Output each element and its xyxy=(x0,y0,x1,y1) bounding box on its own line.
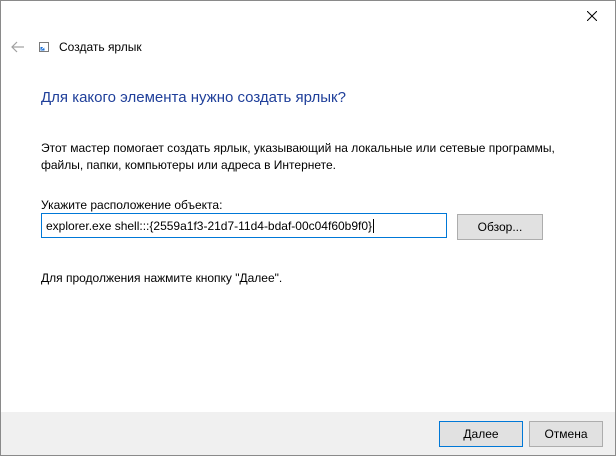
back-button[interactable] xyxy=(9,38,27,56)
location-label: Укажите расположение объекта: xyxy=(41,198,223,212)
text-caret xyxy=(373,218,375,233)
close-button[interactable] xyxy=(569,1,615,31)
browse-button[interactable]: Обзор... xyxy=(457,214,543,240)
page-heading: Для какого элемента нужно создать ярлык? xyxy=(41,89,346,106)
create-shortcut-window: Создать ярлык Для какого элемента нужно … xyxy=(0,0,616,456)
close-icon xyxy=(587,11,597,21)
wizard-header: Создать ярлык xyxy=(9,37,615,57)
wizard-title: Создать ярлык xyxy=(59,40,142,54)
continue-hint: Для продолжения нажмите кнопку "Далее". xyxy=(41,271,283,285)
cancel-button[interactable]: Отмена xyxy=(529,421,603,447)
next-button[interactable]: Далее xyxy=(439,421,523,447)
wizard-description: Этот мастер помогает создать ярлык, указ… xyxy=(41,141,555,172)
arrow-left-icon xyxy=(11,41,24,53)
wizard-footer: Далее Отмена xyxy=(1,412,615,455)
location-input[interactable]: explorer.exe shell:::{2559a1f3-21d7-11d4… xyxy=(41,213,447,238)
location-input-value: explorer.exe shell:::{2559a1f3-21d7-11d4… xyxy=(46,218,373,233)
shortcut-icon xyxy=(38,41,50,53)
